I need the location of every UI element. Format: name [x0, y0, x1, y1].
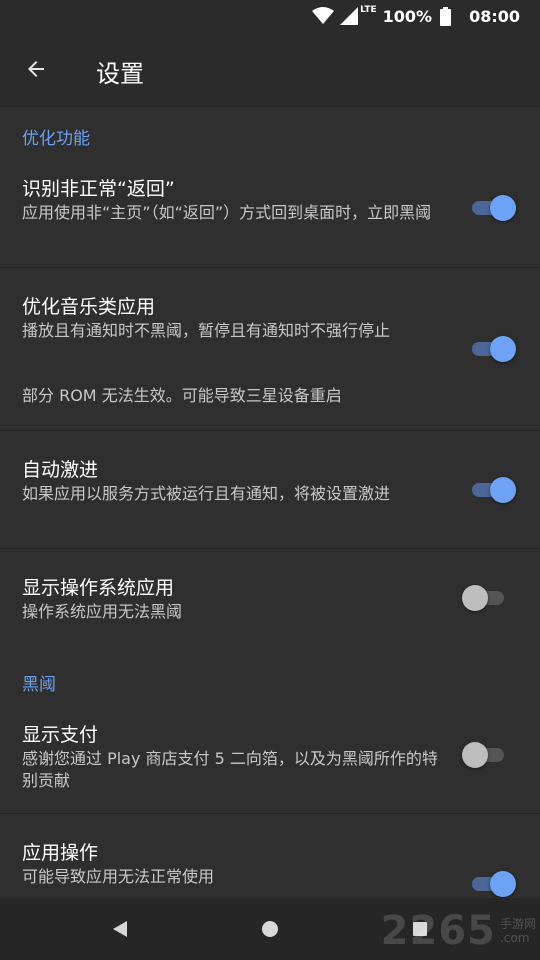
switch-thumb: [462, 742, 488, 768]
wifi-icon: [312, 7, 335, 24]
setting-title: 自动激进: [22, 459, 99, 481]
square-recents-icon: [413, 922, 427, 936]
arrow-back-icon: [28, 61, 44, 77]
app-bar: 设置: [0, 32, 540, 107]
toggle-switch-detect-back[interactable]: [468, 193, 516, 223]
setting-row-detect-back[interactable]: 识别非正常“返回” 应用使用非“主页”（如“返回”）方式回到桌面时，立即黑阈: [0, 160, 540, 267]
clock: 08:00: [469, 6, 520, 26]
setting-row-show-payment[interactable]: 显示支付 感谢您通过 Play 商店支付 5 二向箔，以及为黑阈所作的特别贡献: [0, 706, 540, 813]
signal-icon: [340, 7, 359, 25]
section-header-optimization: 优化功能: [22, 129, 90, 149]
switch-thumb: [490, 336, 516, 362]
setting-subtitle: 操作系统应用无法黑阈: [22, 602, 183, 621]
status-bar: LTE 100% 08:00: [0, 0, 540, 32]
setting-title: 显示支付: [22, 724, 99, 746]
battery-icon: [440, 6, 452, 26]
switch-thumb: [490, 871, 516, 897]
circle-home-icon: [262, 921, 278, 937]
toggle-switch-auto-aggressive[interactable]: [468, 475, 516, 505]
toggle-switch-optimize-music[interactable]: [468, 334, 516, 364]
switch-thumb: [490, 195, 516, 221]
setting-title: 应用操作: [22, 842, 99, 864]
setting-subtitle: 感谢您通过 Play 商店支付 5 二向箔，以及为黑阈所作的特别贡献: [22, 749, 438, 790]
section-header-heiyu: 黑阈: [22, 675, 56, 695]
setting-note: 部分 ROM 无法生效。可能导致三星设备重启: [22, 386, 342, 405]
setting-subtitle: 应用使用非“主页”（如“返回”）方式回到桌面时，立即黑阈: [22, 203, 432, 222]
setting-row-show-system-apps[interactable]: 显示操作系统应用 操作系统应用无法黑阈: [0, 549, 540, 641]
setting-subtitle: 如果应用以服务方式被运行且有通知，将被设置激进: [22, 484, 391, 503]
toggle-switch-show-system-apps[interactable]: [462, 583, 510, 613]
triangle-back-icon: [113, 921, 127, 937]
setting-title: 显示操作系统应用: [22, 577, 175, 599]
toggle-switch-show-payment[interactable]: [462, 740, 510, 770]
page-title: 设置: [96, 60, 144, 88]
setting-row-app-ops[interactable]: 应用操作 可能导致应用无法正常使用: [0, 814, 540, 898]
switch-thumb: [490, 477, 516, 503]
nav-back-button[interactable]: [105, 914, 135, 944]
setting-subtitle: 播放且有通知时不黑阈，暂停且有通知时不强行停止: [22, 321, 391, 340]
setting-title: 识别非正常“返回”: [22, 178, 175, 200]
switch-thumb: [462, 585, 488, 611]
back-button[interactable]: [12, 45, 60, 93]
navigation-bar: [0, 898, 540, 960]
setting-subtitle: 可能导致应用无法正常使用: [22, 867, 215, 886]
status-icons: LTE 100% 08:00: [312, 4, 520, 28]
toggle-switch-app-ops[interactable]: [468, 869, 516, 899]
nav-home-button[interactable]: [255, 914, 285, 944]
setting-row-optimize-music[interactable]: 优化音乐类应用 播放且有通知时不黑阈，暂停且有通知时不强行停止 部分 ROM 无…: [0, 268, 540, 429]
setting-row-auto-aggressive[interactable]: 自动激进 如果应用以服务方式被运行且有通知，将被设置激进: [0, 431, 540, 548]
network-type-label: LTE: [360, 5, 377, 15]
nav-recents-button[interactable]: [405, 914, 435, 944]
battery-percent: 100%: [382, 6, 433, 26]
setting-title: 优化音乐类应用: [22, 296, 156, 318]
